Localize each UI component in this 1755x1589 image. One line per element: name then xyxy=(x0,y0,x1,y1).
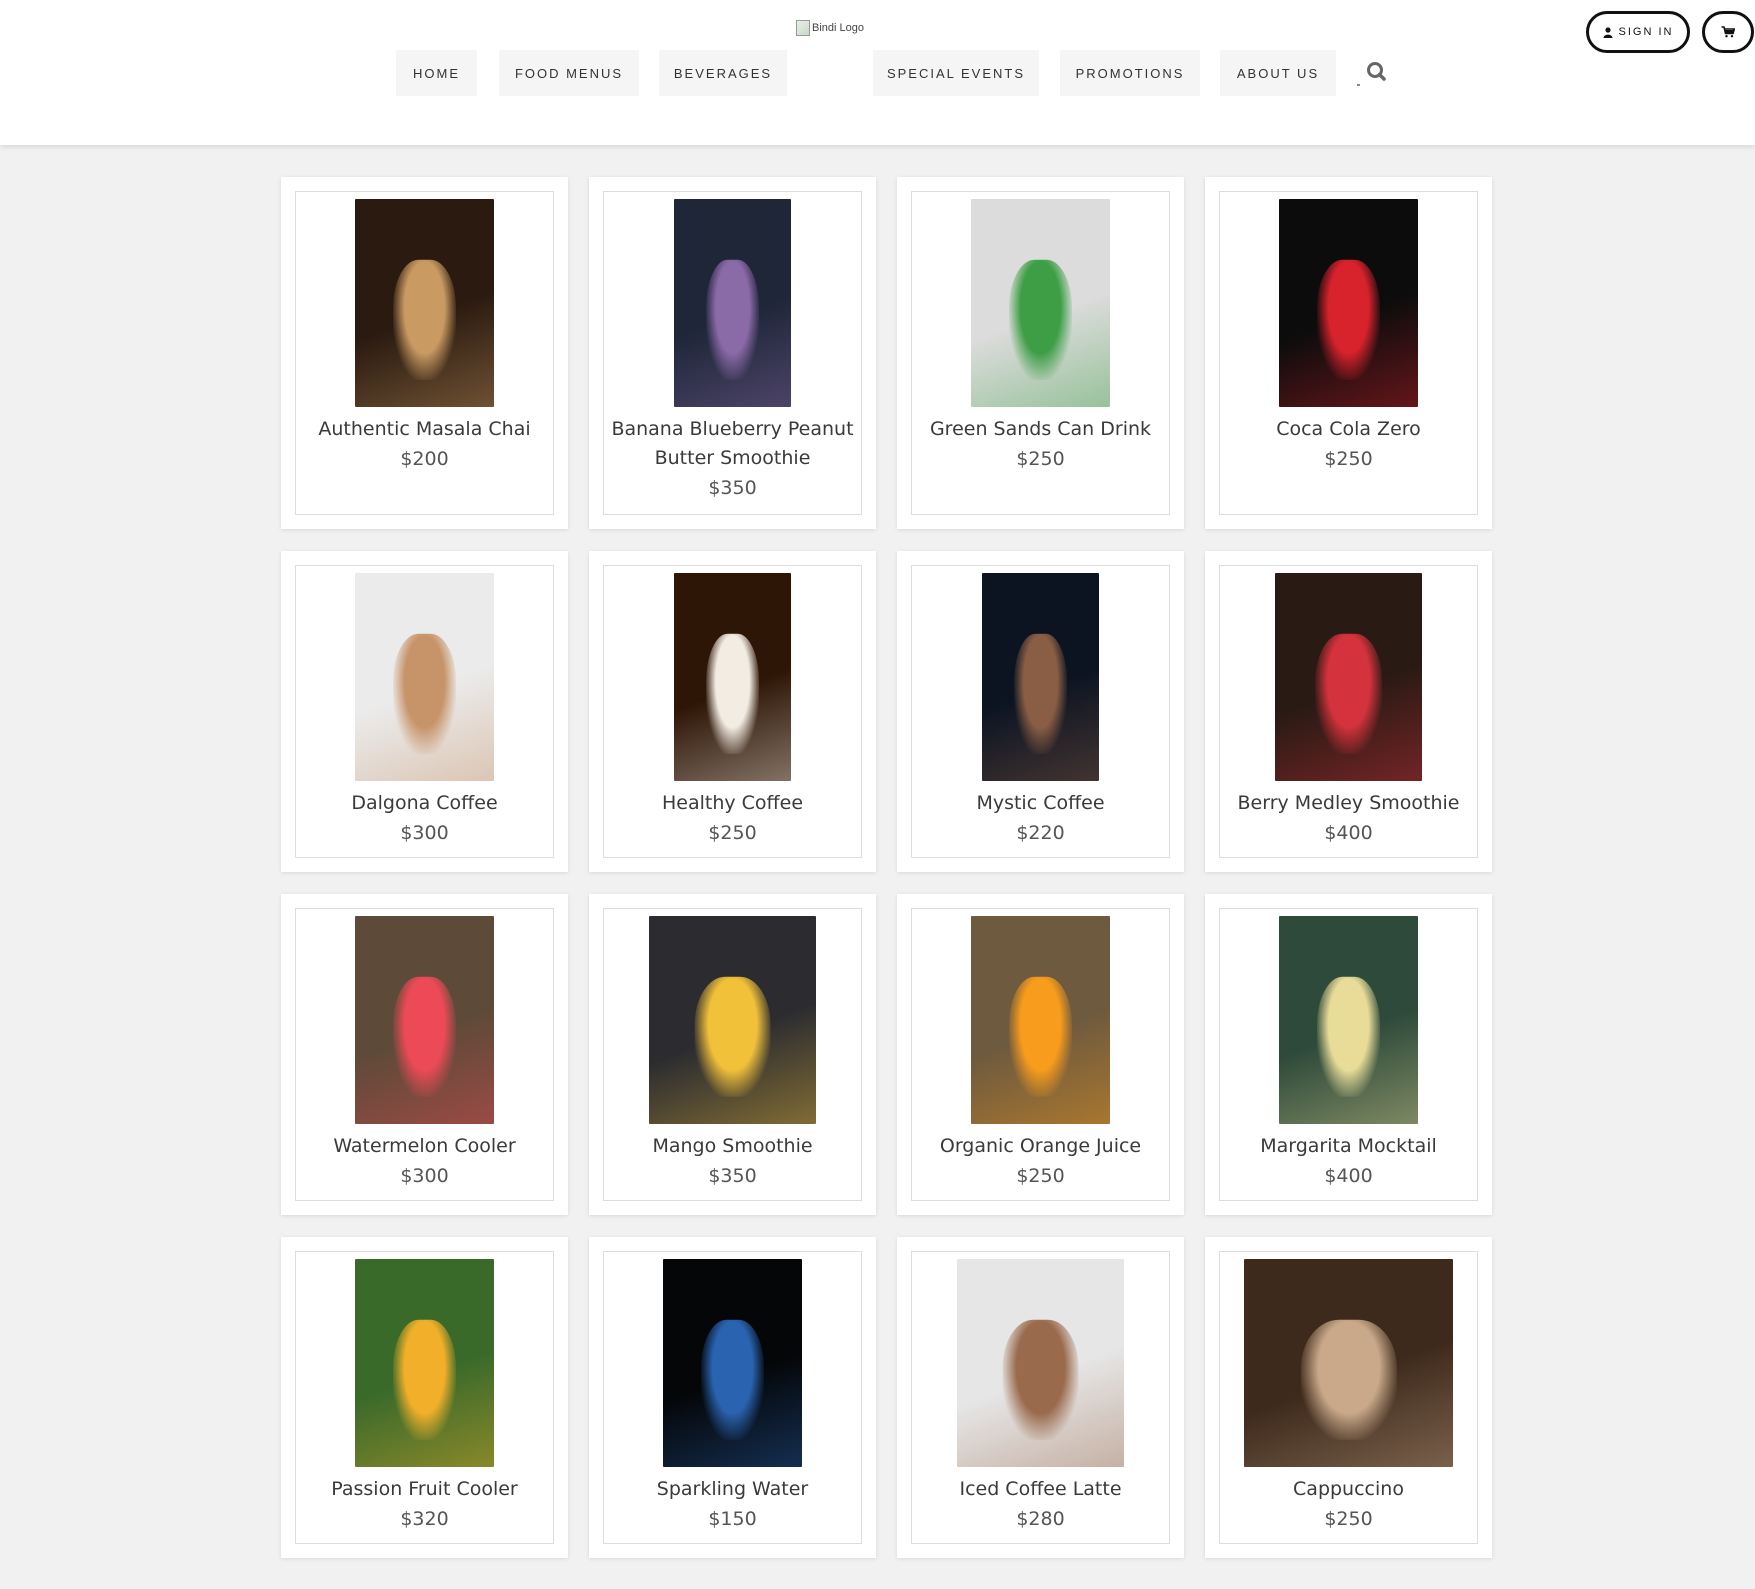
product-card[interactable]: Sparkling Water $150 xyxy=(589,1237,876,1558)
product-card[interactable]: Dalgona Coffee $300 xyxy=(281,551,568,872)
product-price: $350 xyxy=(708,477,757,499)
product-name: Cappuccino xyxy=(1293,1478,1404,1500)
product-grid: Authentic Masala Chai $200 Banana Bluebe… xyxy=(281,177,1493,1558)
product-image xyxy=(982,573,1099,781)
product-card[interactable]: Margarita Mocktail $400 xyxy=(1205,894,1492,1215)
nav-about-us[interactable]: ABOUT US xyxy=(1220,50,1336,96)
product-name: Banana Blueberry Peanut Butter Smoothie xyxy=(611,418,854,469)
product-name: Passion Fruit Cooler xyxy=(331,1478,518,1500)
product-image xyxy=(674,573,791,781)
product-name: Dalgona Coffee xyxy=(351,792,498,814)
product-image xyxy=(663,1259,802,1467)
product-price: $200 xyxy=(400,448,449,470)
product-price: $250 xyxy=(1016,448,1065,470)
cart-button[interactable] xyxy=(1702,11,1754,53)
product-price: $250 xyxy=(1324,448,1373,470)
nav-home[interactable]: HOME xyxy=(396,50,477,96)
nav-food-menus[interactable]: FOOD MENUS xyxy=(499,50,639,96)
product-image xyxy=(1279,916,1418,1124)
product-image xyxy=(1275,573,1422,781)
search-indicator xyxy=(1357,84,1360,86)
product-name: Berry Medley Smoothie xyxy=(1237,792,1460,814)
product-image xyxy=(1279,199,1418,407)
product-image xyxy=(971,199,1110,407)
product-image xyxy=(674,199,791,407)
product-name: Coca Cola Zero xyxy=(1276,418,1421,440)
product-name: Margarita Mocktail xyxy=(1260,1135,1437,1157)
nav-promotions[interactable]: PROMOTIONS xyxy=(1060,50,1200,96)
product-image xyxy=(355,916,494,1124)
product-name: Iced Coffee Latte xyxy=(959,1478,1122,1500)
product-price: $150 xyxy=(708,1508,757,1530)
sign-in-label: SIGN IN xyxy=(1618,26,1674,38)
bindi-logo[interactable]: Bindi Logo xyxy=(796,20,864,36)
product-name: Green Sands Can Drink xyxy=(929,418,1152,440)
product-card[interactable]: Coca Cola Zero $250 xyxy=(1205,177,1492,529)
product-price: $400 xyxy=(1324,822,1373,844)
product-name: Organic Orange Juice xyxy=(939,1135,1142,1157)
product-image xyxy=(355,199,494,407)
user-icon xyxy=(1603,26,1613,38)
product-name: Authentic Masala Chai xyxy=(318,418,531,440)
product-image xyxy=(649,916,816,1124)
product-price: $250 xyxy=(1324,1508,1373,1530)
product-image xyxy=(1244,1259,1453,1467)
product-card[interactable]: Authentic Masala Chai $200 xyxy=(281,177,568,529)
product-price: $220 xyxy=(1016,822,1065,844)
logo-alt-text: Bindi Logo xyxy=(812,22,864,34)
product-name: Sparkling Water xyxy=(656,1478,809,1500)
product-price: $300 xyxy=(400,822,449,844)
product-price: $250 xyxy=(1016,1165,1065,1187)
product-price: $350 xyxy=(708,1165,757,1187)
product-image xyxy=(355,1259,494,1467)
product-name: Healthy Coffee xyxy=(661,792,804,814)
product-name: Mango Smoothie xyxy=(652,1135,813,1157)
cart-icon xyxy=(1721,26,1735,38)
product-card[interactable]: Watermelon Cooler $300 xyxy=(281,894,568,1215)
product-card[interactable]: Berry Medley Smoothie $400 xyxy=(1205,551,1492,872)
product-name: Watermelon Cooler xyxy=(333,1135,516,1157)
product-card[interactable]: Healthy Coffee $250 xyxy=(589,551,876,872)
product-card[interactable]: Iced Coffee Latte $280 xyxy=(897,1237,1184,1558)
nav-special-events[interactable]: SPECIAL EVENTS xyxy=(873,50,1039,96)
product-card[interactable]: Green Sands Can Drink $250 xyxy=(897,177,1184,529)
site-header: Bindi Logo HOME FOOD MENUS BEVERAGES SPE… xyxy=(0,0,1755,145)
product-price: $250 xyxy=(708,822,757,844)
product-card[interactable]: Mystic Coffee $220 xyxy=(897,551,1184,872)
product-card[interactable]: Banana Blueberry Peanut Butter Smoothie … xyxy=(589,177,876,529)
product-card[interactable]: Organic Orange Juice $250 xyxy=(897,894,1184,1215)
product-card[interactable]: Cappuccino $250 xyxy=(1205,1237,1492,1558)
sign-in-button[interactable]: SIGN IN xyxy=(1586,11,1690,53)
product-price: $320 xyxy=(400,1508,449,1530)
product-name: Mystic Coffee xyxy=(976,792,1105,814)
product-image xyxy=(355,573,494,781)
product-price: $280 xyxy=(1016,1508,1065,1530)
product-card[interactable]: Passion Fruit Cooler $320 xyxy=(281,1237,568,1558)
product-image xyxy=(971,916,1110,1124)
product-card[interactable]: Mango Smoothie $350 xyxy=(589,894,876,1215)
broken-image-icon xyxy=(796,20,810,36)
product-price: $400 xyxy=(1324,1165,1373,1187)
nav-beverages[interactable]: BEVERAGES xyxy=(659,50,787,96)
product-price: $300 xyxy=(400,1165,449,1187)
product-image xyxy=(957,1259,1124,1467)
